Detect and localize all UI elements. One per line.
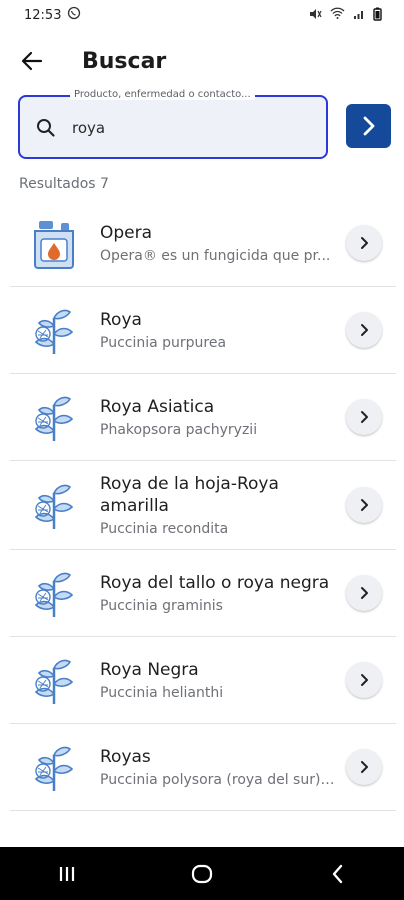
battery-icon xyxy=(373,7,382,24)
list-item[interactable]: Opera Opera® es un fungicida que pr... xyxy=(10,200,396,287)
page-title: Buscar xyxy=(82,48,167,74)
list-item[interactable]: Roya Negra Puccinia helianthi xyxy=(10,637,396,724)
open-item-button[interactable] xyxy=(346,225,382,261)
status-bar: 12:53 xyxy=(0,0,404,30)
list-item[interactable]: Roya Puccinia purpurea xyxy=(10,287,396,374)
back-button[interactable] xyxy=(12,41,52,81)
mute-icon xyxy=(308,7,322,24)
chevron-right-icon xyxy=(361,761,368,773)
open-item-button[interactable] xyxy=(346,312,382,348)
plant-disease-icon xyxy=(24,650,84,710)
search-input[interactable] xyxy=(70,113,314,143)
plant-disease-icon xyxy=(24,300,84,360)
back-chevron-icon xyxy=(332,864,342,883)
item-subtitle: Puccinia purpurea xyxy=(100,334,227,351)
open-item-button[interactable] xyxy=(346,575,382,611)
plant-disease-icon xyxy=(24,737,84,797)
system-nav-bar xyxy=(0,847,404,900)
search-submit-button[interactable] xyxy=(346,104,391,148)
item-title: Roya de la hoja-Roya amarilla xyxy=(100,473,279,516)
item-subtitle: Phakopsora pachyryzii xyxy=(100,421,258,438)
chevron-right-icon xyxy=(361,237,368,249)
chevron-right-icon xyxy=(363,116,374,136)
system-back-button[interactable] xyxy=(307,854,367,894)
open-item-button[interactable] xyxy=(346,399,382,435)
item-subtitle: Puccinia graminis xyxy=(100,597,223,614)
product-jug-icon xyxy=(24,213,84,273)
item-title: Royas xyxy=(100,746,151,767)
status-time: 12:53 xyxy=(24,7,62,23)
results-count: Resultados 7 xyxy=(19,176,109,192)
list-item[interactable]: Royas Puccinia polysora (roya del sur) .… xyxy=(10,724,396,811)
search-icon xyxy=(36,118,56,142)
chevron-right-icon xyxy=(361,411,368,423)
wifi-icon xyxy=(330,7,345,23)
item-title: Roya xyxy=(100,309,142,330)
item-subtitle: Puccinia helianthi xyxy=(100,684,224,701)
list-item[interactable]: Roya de la hoja-Roya amarilla Puccinia r… xyxy=(10,461,396,550)
results-list: Opera Opera® es un fungicida que pr... R… xyxy=(10,200,396,811)
item-subtitle: Opera® es un fungicida que pr... xyxy=(100,247,331,264)
open-item-button[interactable] xyxy=(346,487,382,523)
item-subtitle: Puccinia polysora (roya del sur) ... xyxy=(100,771,338,788)
chevron-right-icon xyxy=(361,587,368,599)
whatsapp-icon xyxy=(67,6,81,24)
item-title: Opera xyxy=(100,222,153,243)
item-title: Roya del tallo o roya negra xyxy=(100,572,330,593)
home-button[interactable] xyxy=(172,854,232,894)
chevron-right-icon xyxy=(361,324,368,336)
open-item-button[interactable] xyxy=(346,749,382,785)
item-title: Roya Asiatica xyxy=(100,396,215,417)
recent-apps-icon xyxy=(60,866,75,881)
open-item-button[interactable] xyxy=(346,662,382,698)
plant-disease-icon xyxy=(24,475,84,535)
app-header: Buscar xyxy=(0,38,404,84)
search-field-label: Producto, enfermedad o contacto... xyxy=(70,89,255,100)
chevron-right-icon xyxy=(361,499,368,511)
home-icon xyxy=(191,864,213,883)
chevron-right-icon xyxy=(361,674,368,686)
recent-apps-button[interactable] xyxy=(37,854,97,894)
item-subtitle: Puccinia recondita xyxy=(100,520,229,537)
signal-icon xyxy=(353,8,365,23)
arrow-left-icon xyxy=(21,51,43,71)
list-item[interactable]: Roya del tallo o roya negra Puccinia gra… xyxy=(10,550,396,637)
plant-disease-icon xyxy=(24,387,84,447)
search-field[interactable]: Producto, enfermedad o contacto... xyxy=(18,89,328,159)
item-title: Roya Negra xyxy=(100,659,199,680)
plant-disease-icon xyxy=(24,563,84,623)
list-item[interactable]: Roya Asiatica Phakopsora pachyryzii xyxy=(10,374,396,461)
